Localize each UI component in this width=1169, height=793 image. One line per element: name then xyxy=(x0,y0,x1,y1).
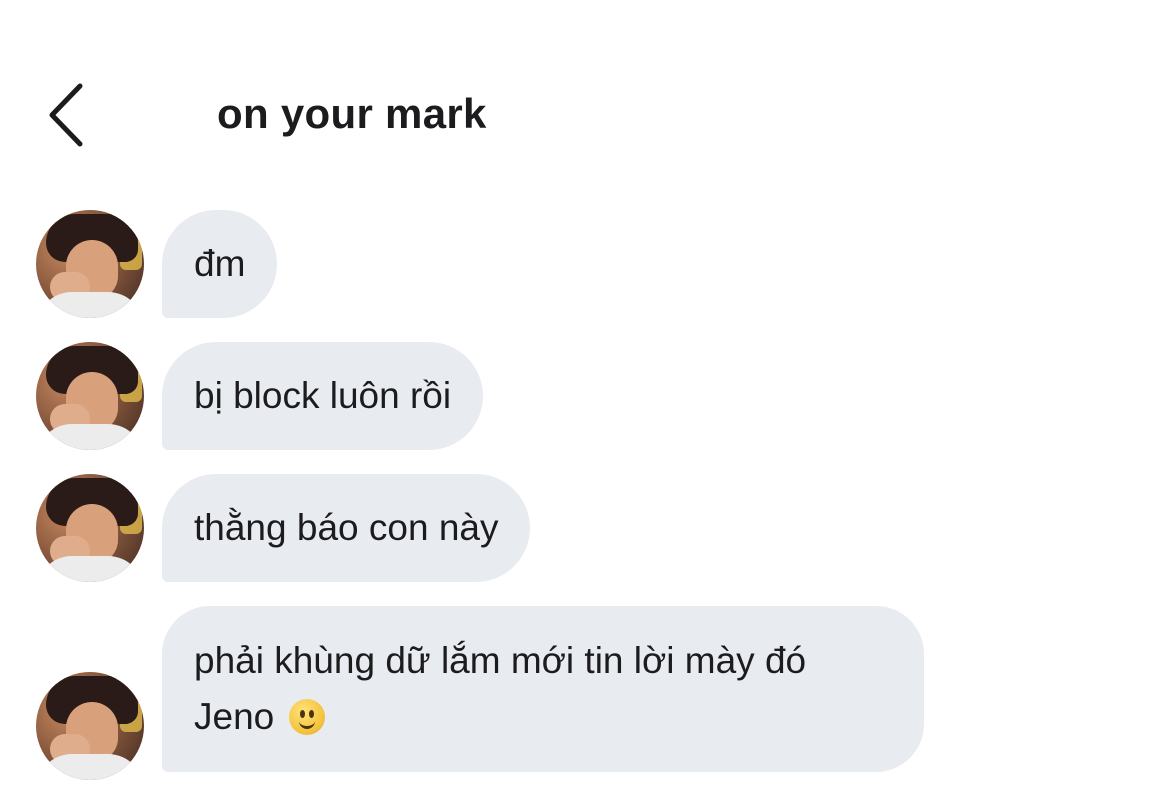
message-text-line: phải khùng dữ lắm mới tin lời mày đó xyxy=(194,640,807,681)
chevron-left-icon xyxy=(49,83,83,147)
avatar[interactable] xyxy=(36,672,144,780)
message-bubble[interactable]: bị block luôn rồi xyxy=(162,342,484,450)
message-text: Jeno xyxy=(194,696,275,737)
chat-title: on your mark xyxy=(217,90,487,137)
avatar[interactable] xyxy=(36,210,144,318)
message-bubble[interactable]: phải khùng dữ lắm mới tin lời mày đó Jen… xyxy=(162,606,924,772)
chat-header: on your mark xyxy=(0,60,1169,170)
message-text: thằng báo con này xyxy=(194,507,499,548)
message-text: bị block luôn rồi xyxy=(194,375,452,416)
message-text: đm xyxy=(194,243,246,284)
back-button[interactable] xyxy=(38,80,98,150)
slightly-smiling-face-icon xyxy=(288,699,325,735)
avatar[interactable] xyxy=(36,474,144,582)
message-bubble[interactable]: thằng báo con này xyxy=(162,474,531,582)
avatar[interactable] xyxy=(36,342,144,450)
message-bubble[interactable]: đm xyxy=(162,210,278,318)
message-text-line: Jeno xyxy=(194,689,892,745)
